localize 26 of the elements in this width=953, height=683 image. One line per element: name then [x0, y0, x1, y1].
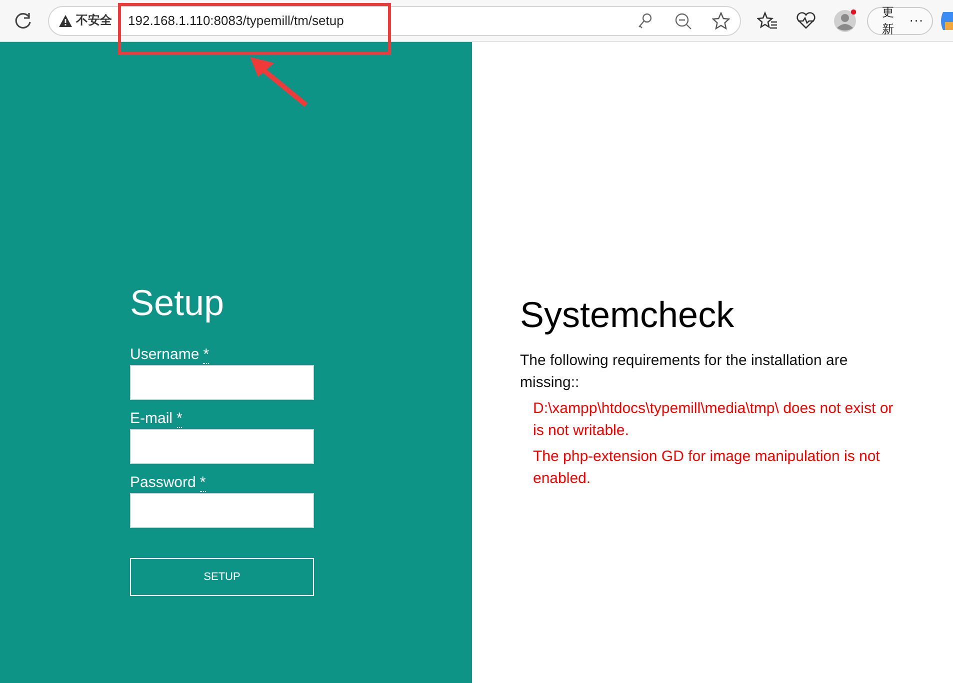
field-label: Username * [130, 346, 210, 363]
url-text: 192.168.1.110:8083/typemill/tm/setup [128, 13, 345, 28]
setup-title: Setup [130, 282, 226, 324]
heart-pulse-icon[interactable] [795, 10, 818, 32]
input-field[interactable] [130, 365, 314, 400]
input-field[interactable] [130, 493, 314, 528]
field-label: Password * [130, 474, 207, 491]
warning-icon [59, 14, 72, 26]
security-indicator[interactable]: 不安全 [59, 12, 112, 29]
address-bar[interactable]: 不安全 192.168.1.110:8083/typemill/tm/setup [48, 6, 742, 36]
error-message: The php-extension GD for image manipulation is not enabled. [533, 447, 881, 489]
more-button[interactable]: ··· [910, 14, 924, 28]
zoom-out-icon[interactable] [674, 12, 692, 30]
profile-avatar-icon[interactable] [833, 8, 858, 32]
setup-button[interactable]: SETUP [130, 558, 314, 596]
field-label: E-mail * [130, 410, 184, 427]
annotation-arrow [250, 57, 308, 107]
key-icon[interactable] [636, 12, 654, 30]
input-field[interactable] [130, 429, 314, 464]
intro-text: The following requirements for the installation are missing:: [520, 351, 849, 393]
star-icon[interactable] [712, 12, 730, 30]
systemcheck-title: Systemcheck [520, 294, 736, 336]
favorites-icon[interactable] [757, 10, 780, 32]
update-button[interactable]: 更新 ··· [867, 6, 933, 34]
error-message: D:\xampp\htdocs\typemill\media\tmp\ does not exist or is not writable. [533, 399, 894, 441]
copilot-icon[interactable] [939, 10, 953, 32]
